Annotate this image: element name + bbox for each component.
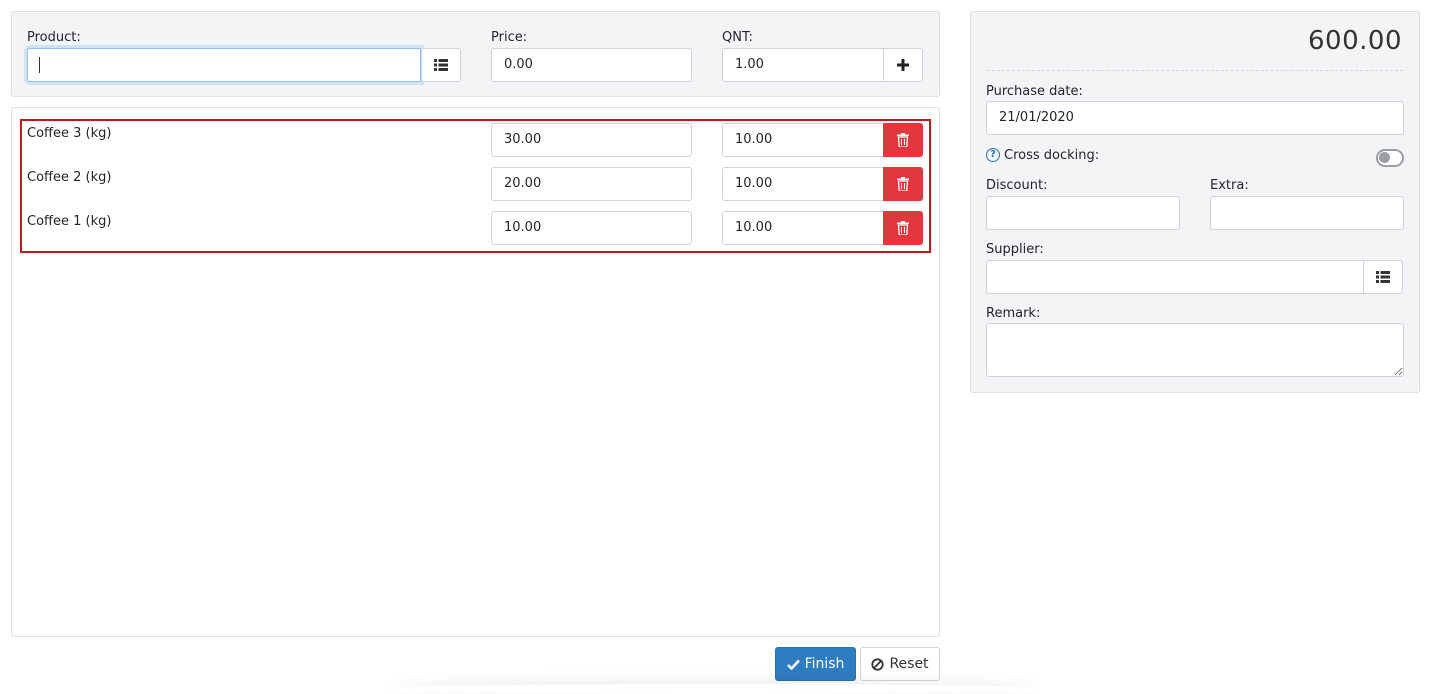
- extra-label: Extra:: [1210, 178, 1249, 193]
- discount-label: Discount:: [986, 178, 1048, 193]
- delete-item-button[interactable]: [883, 211, 923, 245]
- item-qnt-input[interactable]: 10.00: [722, 211, 884, 245]
- trash-icon: [897, 133, 909, 147]
- qnt-input[interactable]: 1.00: [722, 48, 884, 82]
- discount-input[interactable]: [986, 196, 1180, 230]
- item-price-input[interactable]: 30.00: [491, 123, 692, 157]
- price-label: Price:: [491, 30, 528, 45]
- item-price-input[interactable]: 20.00: [491, 167, 692, 201]
- remark-textarea[interactable]: [986, 323, 1404, 377]
- qnt-label: QNT:: [722, 30, 753, 45]
- item-name: Coffee 2 (kg): [27, 170, 112, 185]
- product-label: Product:: [27, 30, 81, 45]
- finish-button[interactable]: Finish: [775, 647, 856, 681]
- price-input[interactable]: 0.00: [491, 48, 692, 82]
- reset-label: Reset: [889, 656, 929, 672]
- trash-icon: [897, 221, 909, 235]
- list-icon: [434, 59, 448, 71]
- reset-button[interactable]: Reset: [860, 647, 940, 681]
- purchase-date-input[interactable]: 21/01/2020: [986, 101, 1404, 135]
- product-list-button[interactable]: [421, 48, 461, 82]
- help-icon[interactable]: ?: [986, 148, 1000, 162]
- item-price-input[interactable]: 10.00: [491, 211, 692, 245]
- plus-icon: [897, 59, 909, 71]
- supplier-label: Supplier:: [986, 242, 1044, 257]
- total-amount: 600.00: [1308, 26, 1402, 56]
- purchase-date-label: Purchase date:: [986, 84, 1083, 99]
- delete-item-button[interactable]: [883, 123, 923, 157]
- add-item-button[interactable]: [883, 48, 923, 82]
- item-qnt-input[interactable]: 10.00: [722, 167, 884, 201]
- item-qnt-input[interactable]: 10.00: [722, 123, 884, 157]
- delete-item-button[interactable]: [883, 167, 923, 201]
- check-icon: [786, 659, 800, 670]
- entry-panel: Product: Price: 0.00 QNT: 1.00: [11, 11, 940, 97]
- divider: [987, 70, 1403, 71]
- extra-input[interactable]: [1210, 196, 1404, 230]
- product-input[interactable]: [27, 48, 421, 82]
- summary-panel: 600.00 Purchase date: 21/01/2020 ? Cross…: [970, 11, 1420, 393]
- cross-docking-label: Cross docking:: [1004, 148, 1100, 163]
- text-caret: [39, 56, 40, 73]
- ban-icon: [871, 657, 885, 671]
- toggle-knob: [1379, 152, 1390, 163]
- item-name: Coffee 3 (kg): [27, 126, 112, 141]
- remark-label: Remark:: [986, 306, 1041, 321]
- cross-docking-toggle[interactable]: [1376, 149, 1404, 167]
- item-name: Coffee 1 (kg): [27, 214, 112, 229]
- items-panel: Coffee 3 (kg) 30.00 10.00 Coffee 2 (kg) …: [11, 107, 940, 637]
- list-icon: [1376, 271, 1390, 283]
- trash-icon: [897, 177, 909, 191]
- finish-label: Finish: [804, 656, 845, 672]
- bottom-shadow: [390, 684, 1040, 694]
- supplier-list-button[interactable]: [1363, 260, 1403, 294]
- supplier-input[interactable]: [986, 260, 1364, 294]
